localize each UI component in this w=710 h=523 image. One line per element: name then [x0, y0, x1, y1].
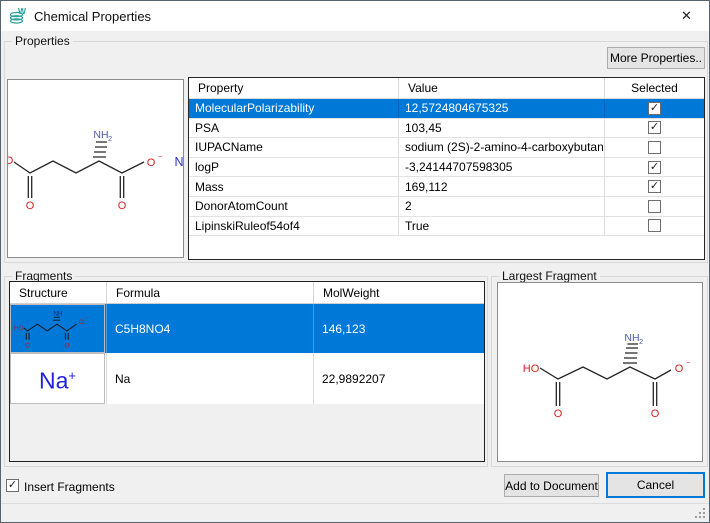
property-row[interactable]: MolecularPolarizability 12,5724804675325…	[189, 99, 704, 119]
glutamate-structure: HO O O O − NH 2	[498, 283, 702, 461]
row-checkbox[interactable]	[648, 141, 661, 154]
property-name: DonorAtomCount	[189, 197, 399, 216]
svg-text:N: N	[174, 155, 183, 169]
fragments-table-header[interactable]: Structure Formula MolWeight	[10, 282, 484, 304]
svg-text:HO: HO	[523, 363, 540, 375]
add-to-document-button[interactable]: Add to Document	[504, 474, 599, 497]
svg-text:−: −	[686, 358, 691, 367]
header-formula[interactable]: Formula	[107, 282, 314, 303]
glutamate-sodium-structure: O O O O − NH 2 N	[8, 80, 183, 257]
property-value: 103,45	[399, 119, 605, 138]
fragment-formula: C5H8NO4	[107, 304, 314, 353]
chemical-properties-dialog: W Chemical Properties ✕ Properties More …	[0, 0, 710, 523]
svg-text:O: O	[147, 157, 156, 169]
svg-text:O: O	[651, 408, 660, 420]
property-value: 169,112	[399, 177, 605, 196]
property-name: LipinskiRuleof54of4	[189, 217, 399, 236]
row-checkbox[interactable]: ✓	[648, 102, 661, 115]
property-row[interactable]: IUPACName sodium (2S)-2-amino-4-carboxyb…	[189, 138, 704, 158]
svg-text:O: O	[675, 363, 684, 375]
property-row[interactable]: PSA 103,45 ✓	[189, 119, 704, 139]
svg-text:−: −	[85, 316, 88, 321]
molecule-preview: O O O O − NH 2 N	[7, 79, 184, 258]
svg-text:O: O	[64, 343, 69, 350]
fragments-table: Structure Formula MolWeight HO O	[9, 281, 485, 462]
row-checkbox[interactable]: ✓	[648, 121, 661, 134]
svg-text:O: O	[118, 200, 127, 212]
property-value: -3,24144707598305	[399, 158, 605, 177]
property-row[interactable]: logP -3,24144707598305 ✓	[189, 158, 704, 178]
fragment-structure-image: Na+	[10, 353, 105, 404]
header-property[interactable]: Property	[189, 78, 399, 98]
property-value: 2	[399, 197, 605, 216]
more-properties-button[interactable]: More Properties..	[607, 47, 705, 69]
property-name: IUPACName	[189, 138, 399, 157]
header-selected[interactable]: Selected	[605, 78, 704, 98]
header-structure[interactable]: Structure	[10, 282, 107, 303]
header-molweight[interactable]: MolWeight	[314, 282, 484, 303]
row-checkbox[interactable]	[648, 200, 661, 213]
fragment-molweight: 146,123	[314, 304, 484, 353]
status-strip	[1, 503, 709, 522]
fragment-row[interactable]: HO O O O − NH C5H8NO4 146,123	[10, 304, 484, 353]
title-bar[interactable]: W Chemical Properties ✕	[1, 1, 709, 31]
property-row[interactable]: DonorAtomCount 2	[189, 197, 704, 217]
svg-text:O: O	[554, 408, 563, 420]
property-value: 12,5724804675325	[399, 99, 605, 118]
svg-text:W: W	[18, 7, 27, 16]
cancel-button[interactable]: Cancel	[606, 472, 705, 498]
window-title: Chemical Properties	[34, 9, 151, 24]
svg-text:O: O	[25, 343, 30, 350]
svg-text:NH: NH	[624, 332, 639, 344]
app-icon: W	[9, 7, 27, 25]
fragment-formula: Na	[107, 353, 314, 404]
largest-fragment-preview: HO O O O − NH 2	[497, 282, 703, 462]
header-value[interactable]: Value	[399, 78, 605, 98]
row-checkbox[interactable]	[648, 219, 661, 232]
property-value: sodium (2S)-2-amino-4-carboxybutanoate	[399, 138, 605, 157]
largest-fragment-group-label: Largest Fragment	[499, 269, 600, 283]
property-name: MolecularPolarizability	[189, 99, 399, 118]
property-value: True	[399, 217, 605, 236]
fragment-structure-image: HO O O O − NH	[10, 304, 105, 353]
svg-text:HO: HO	[14, 325, 24, 332]
svg-text:O: O	[79, 319, 84, 326]
property-name: Mass	[189, 177, 399, 196]
row-checkbox[interactable]: ✓	[648, 180, 661, 193]
svg-text:2: 2	[108, 134, 112, 143]
property-name: PSA	[189, 119, 399, 138]
svg-text:O: O	[26, 200, 35, 212]
properties-group-label: Properties	[12, 34, 73, 48]
properties-table: Property Value Selected MolecularPolariz…	[188, 77, 705, 260]
resize-grip[interactable]	[694, 507, 706, 519]
svg-text:NH: NH	[53, 310, 63, 317]
svg-text:O: O	[8, 155, 14, 167]
insert-fragments-checkbox[interactable]: ✓	[6, 479, 19, 492]
property-name: logP	[189, 158, 399, 177]
close-button[interactable]: ✕	[664, 1, 709, 31]
properties-table-header[interactable]: Property Value Selected	[189, 78, 704, 99]
fragment-row[interactable]: Na+ Na 22,9892207	[10, 353, 484, 404]
svg-text:−: −	[158, 152, 163, 161]
fragment-molweight: 22,9892207	[314, 353, 484, 404]
row-checkbox[interactable]: ✓	[648, 161, 661, 174]
insert-fragments-label: Insert Fragments	[24, 480, 115, 494]
svg-text:2: 2	[639, 337, 643, 346]
property-row[interactable]: LipinskiRuleof54of4 True	[189, 217, 704, 237]
svg-text:NH: NH	[93, 129, 108, 141]
property-row[interactable]: Mass 169,112 ✓	[189, 177, 704, 197]
